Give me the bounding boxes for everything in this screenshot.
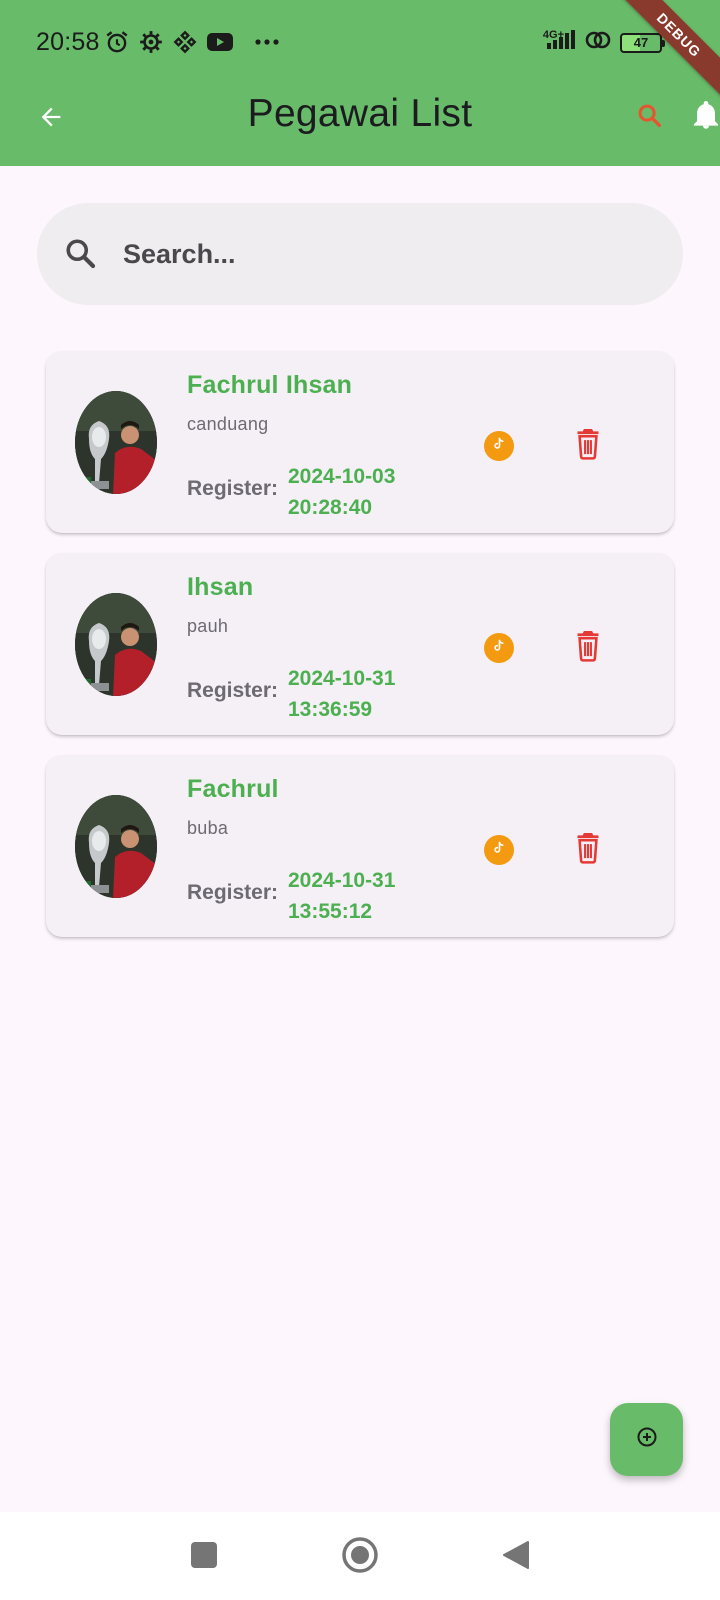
home-circle-icon <box>341 1536 379 1579</box>
trash-icon <box>574 426 602 465</box>
search-icon <box>636 102 664 135</box>
register-date: 2024-10-31 <box>288 869 396 892</box>
gear-icon <box>138 29 164 55</box>
status-time: 20:58 <box>36 28 100 56</box>
register-time: 13:55:12 <box>288 900 373 923</box>
binance-icon <box>172 29 198 55</box>
tiktok-button[interactable] <box>484 835 514 865</box>
app-bar: Pegawai List <box>0 84 720 166</box>
search-field[interactable] <box>37 203 683 305</box>
status-bar: 20:58 4G+ 47 <box>0 0 720 84</box>
network-type: 4G+ <box>542 29 564 41</box>
avatar <box>75 391 157 494</box>
page-title: Pegawai List <box>247 92 473 135</box>
system-nav-bar <box>0 1512 720 1600</box>
tiktok-icon <box>491 638 507 659</box>
register-label: Register: <box>187 477 279 500</box>
trash-icon <box>574 830 602 869</box>
search-input[interactable] <box>123 238 603 270</box>
add-employee-button[interactable] <box>610 1403 683 1476</box>
tiktok-icon <box>491 436 507 457</box>
employee-card[interactable]: Fachrul Ihsan canduang Register: 2024-10… <box>46 351 674 533</box>
register-datetime: 2024-10-31 13:55:12 <box>288 865 395 927</box>
delete-button[interactable] <box>568 425 608 465</box>
delete-button[interactable] <box>568 829 608 869</box>
register-label: Register: <box>187 679 279 702</box>
register-date: 2024-10-31 <box>288 667 396 690</box>
employee-name: Fachrul Ihsan <box>187 371 353 399</box>
employee-subtitle: pauh <box>187 616 229 636</box>
back-nav-button[interactable] <box>491 1532 541 1582</box>
notification-button[interactable] <box>688 98 720 138</box>
avatar <box>75 593 157 696</box>
employee-subtitle: canduang <box>187 414 269 434</box>
delete-button[interactable] <box>568 627 608 667</box>
status-notification-icons <box>104 29 280 55</box>
square-icon <box>190 1541 218 1574</box>
battery-level: 47 <box>633 35 649 50</box>
link-icon <box>584 28 612 57</box>
employee-name: Fachrul <box>187 775 279 803</box>
top-header: 20:58 4G+ 47 DEBUG Pegawai List <box>0 0 720 166</box>
tiktok-button[interactable] <box>484 633 514 663</box>
triangle-back-icon <box>502 1540 530 1575</box>
search-field-icon <box>61 234 101 274</box>
employee-card[interactable]: Fachrul buba Register: 2024-10-31 13:55:… <box>46 755 674 937</box>
tiktok-button[interactable] <box>484 431 514 461</box>
employee-subtitle: buba <box>187 818 229 838</box>
avatar <box>75 795 157 898</box>
register-datetime: 2024-10-31 13:36:59 <box>288 663 395 725</box>
status-system-icons: 4G+ 47 <box>542 28 665 57</box>
employee-name: Ihsan <box>187 573 254 601</box>
more-dots-icon <box>254 38 280 46</box>
register-label: Register: <box>187 881 279 904</box>
employee-card[interactable]: Ihsan pauh Register: 2024-10-31 13:36:59 <box>46 553 674 735</box>
register-date: 2024-10-03 <box>288 465 396 488</box>
app-bar-search-button[interactable] <box>632 100 668 136</box>
trash-icon <box>574 628 602 667</box>
employee-list: Fachrul Ihsan canduang Register: 2024-10… <box>46 351 674 956</box>
battery-icon: 47 <box>620 32 665 53</box>
register-time: 20:28:40 <box>288 496 373 519</box>
alarm-icon <box>104 29 130 55</box>
youtube-icon <box>206 31 234 53</box>
tiktok-icon <box>491 840 507 861</box>
home-button[interactable] <box>335 1532 385 1582</box>
recents-button[interactable] <box>179 1532 229 1582</box>
register-datetime: 2024-10-03 20:28:40 <box>288 461 395 523</box>
bell-icon <box>692 100 720 136</box>
register-time: 13:36:59 <box>288 698 373 721</box>
add-circle-icon <box>635 1425 659 1454</box>
